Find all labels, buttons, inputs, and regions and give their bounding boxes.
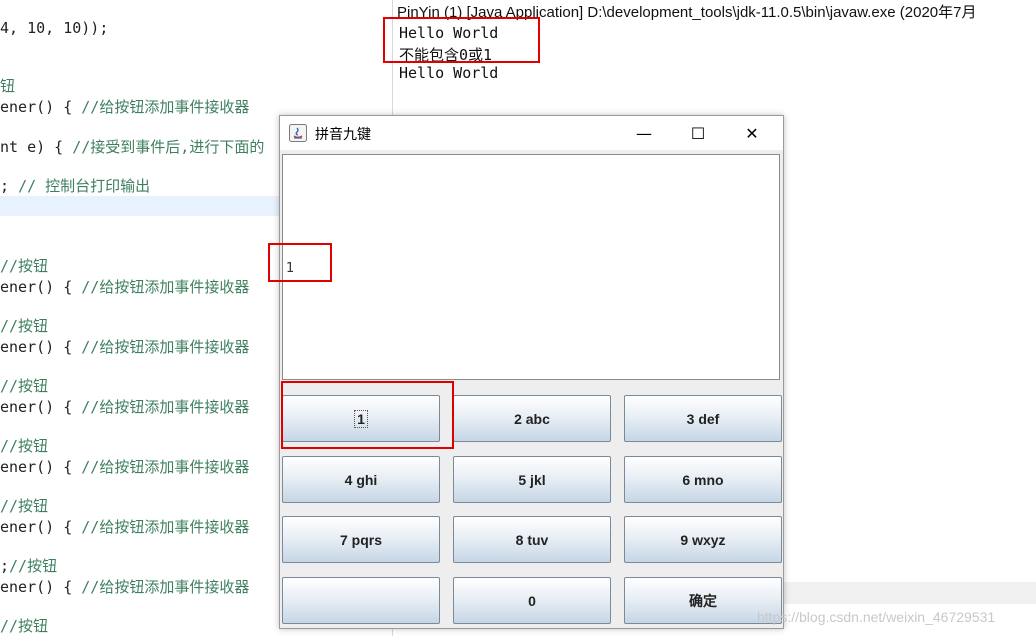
key-label: 3 def [686, 410, 720, 427]
key-4-button[interactable]: 4 ghi [282, 456, 440, 503]
code-line: ener() { //给按钮添加事件接收器 [0, 278, 250, 296]
code-line: //按钮 [0, 257, 49, 275]
key-7-button[interactable]: 7 pqrs [282, 516, 440, 563]
output-text-area[interactable]: 1 [282, 154, 780, 380]
code-line: 钮 [0, 77, 16, 95]
code-line: //按钮 [0, 617, 49, 635]
minimize-button[interactable]: — [621, 116, 667, 150]
annotation-box-key-1 [281, 381, 454, 449]
close-button[interactable]: ✕ [729, 116, 775, 150]
code-line: nt e) { //接受到事件后,进行下面的 [0, 138, 265, 156]
code-line: ; // 控制台打印输出 [0, 177, 151, 195]
code-line: ener() { //给按钮添加事件接收器 [0, 578, 250, 596]
key-label: 0 [528, 592, 536, 609]
key-5-button[interactable]: 5 jkl [453, 456, 611, 503]
key-8-button[interactable]: 8 tuv [453, 516, 611, 563]
code-line: 4, 10, 10)); [0, 19, 109, 37]
key-label: 9 wxyz [680, 531, 726, 548]
code-line: ener() { //给按钮添加事件接收器 [0, 518, 250, 536]
key-0-button[interactable]: 0 [453, 577, 611, 624]
key-label: 2 abc [514, 410, 550, 427]
key-label: 8 tuv [515, 531, 549, 548]
code-line: ;//按钮 [0, 557, 58, 575]
code-line: //按钮 [0, 437, 49, 455]
key-3-button[interactable]: 3 def [624, 395, 782, 442]
code-line: ener() { //给按钮添加事件接收器 [0, 458, 250, 476]
annotation-box-textarea [268, 243, 332, 282]
console-line: Hello World [399, 64, 499, 82]
window-title: 拼音九键 [315, 127, 371, 143]
code-line: //按钮 [0, 317, 49, 335]
maximize-button[interactable]: ☐ [675, 116, 721, 150]
code-line: ener() { //给按钮添加事件接收器 [0, 398, 250, 416]
key-6-button[interactable]: 6 mno [624, 456, 782, 503]
code-line: ener() { //给按钮添加事件接收器 [0, 338, 250, 356]
key-label: 7 pqrs [339, 531, 382, 548]
watermark: https://blog.csdn.net/weixin_46729531 [757, 609, 996, 625]
code-line: //按钮 [0, 377, 49, 395]
key-label: 确定 [689, 592, 717, 609]
key-2-button[interactable]: 2 abc [453, 395, 611, 442]
code-line: ener() { //给按钮添加事件接收器 [0, 98, 250, 116]
code-line: //按钮 [0, 497, 49, 515]
key-9-button[interactable]: 9 wxyz [624, 516, 782, 563]
key-blank-button[interactable] [282, 577, 440, 624]
pinyin-window[interactable]: 拼音九键 — ☐ ✕ 1 1 2 abc 3 def 4 ghi 5 jkl 6… [279, 115, 784, 629]
java-icon [289, 124, 307, 142]
key-label: 4 ghi [344, 471, 378, 488]
window-titlebar[interactable]: 拼音九键 — ☐ ✕ [280, 116, 783, 150]
key-label: 6 mno [682, 471, 724, 488]
annotation-box-console [383, 17, 540, 63]
key-label: 5 jkl [518, 471, 546, 488]
